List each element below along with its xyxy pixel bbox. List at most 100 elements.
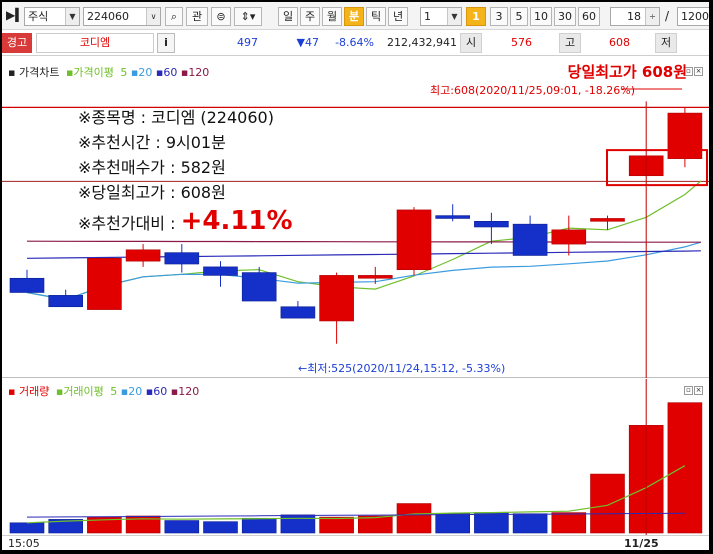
minute-button[interactable]: 1 bbox=[466, 7, 486, 26]
volume-legend-ma-label: 거래이평 bbox=[63, 385, 104, 398]
interval-select[interactable]: 1 ▼ bbox=[420, 7, 462, 26]
stock-name: 코디엠 bbox=[36, 33, 154, 53]
x-axis: 15:05 11/25 bbox=[2, 535, 709, 550]
candle bbox=[590, 218, 625, 222]
minute-button[interactable]: 60 bbox=[578, 7, 600, 26]
volume-bar bbox=[396, 503, 432, 534]
info-day-high: ※당일최고가 : 608원 bbox=[78, 183, 226, 202]
volume-bar bbox=[203, 521, 238, 534]
volume-bar bbox=[551, 512, 587, 534]
period-tab[interactable]: 일 bbox=[278, 7, 298, 26]
period-tab[interactable]: 월 bbox=[322, 7, 342, 26]
stock-code-value: 224060 bbox=[87, 10, 129, 23]
quote-bar: 경고 코디엠 i 497 ▼47 -8.64% 212,432,941 시 57… bbox=[2, 30, 709, 56]
link-icon: ⊜ bbox=[216, 10, 226, 23]
count-value: 18 bbox=[627, 10, 641, 23]
minute-button[interactable]: 10 bbox=[530, 7, 552, 26]
up-down-icon: ⇕▾ bbox=[240, 10, 256, 23]
total-value: 1200 bbox=[681, 10, 709, 23]
low-marker-label: ←최저:525(2020/11/24,15:12, -5.33%) bbox=[298, 362, 506, 375]
count-input[interactable]: 18 ÷ bbox=[610, 7, 660, 26]
candle bbox=[396, 209, 432, 271]
open-price: 576 bbox=[511, 36, 532, 49]
info-button[interactable]: i bbox=[157, 33, 175, 53]
candle bbox=[319, 275, 354, 322]
menu-arrow-icon[interactable]: ▶▍ bbox=[6, 6, 24, 25]
candle bbox=[280, 306, 316, 319]
candle bbox=[435, 215, 471, 219]
low-label: 저 bbox=[655, 33, 677, 53]
volume-legend-title: 거래량 bbox=[18, 385, 50, 398]
volume-bar bbox=[9, 522, 45, 534]
stepper-button[interactable]: ⇕▾ bbox=[234, 7, 262, 26]
toolbar: ▶▍ 주식 ▼ 224060 ∨ ⌕ 관 ⊜ ⇕▾ 1 ▼ 18 ÷ / 120… bbox=[2, 2, 709, 30]
legend-ma5: 5 bbox=[120, 66, 128, 79]
ratio-value: +4.11% bbox=[180, 206, 293, 236]
market-select[interactable]: 주식 ▼ bbox=[24, 7, 80, 26]
candle bbox=[551, 229, 587, 245]
trade-volume: 212,432,941 bbox=[387, 36, 457, 49]
period-tab[interactable]: 분 bbox=[344, 7, 364, 26]
legend-ma120: 120 bbox=[188, 66, 210, 79]
volume-legend-ma60: 60 bbox=[153, 385, 168, 398]
info-stock-name: ※종목명 : 코디엠 (224060) bbox=[78, 108, 274, 127]
chevron-down-icon: ▼ bbox=[447, 8, 461, 25]
candle bbox=[125, 249, 161, 262]
candle bbox=[241, 272, 277, 302]
volume-bar bbox=[474, 512, 509, 534]
volume-legend-ma5: 5 bbox=[110, 385, 118, 398]
candle bbox=[9, 277, 45, 293]
legend-ma60: 60 bbox=[163, 66, 178, 79]
watchlist-button[interactable]: 관 bbox=[186, 7, 208, 26]
candle bbox=[164, 252, 200, 265]
link-button[interactable]: ⊜ bbox=[211, 7, 231, 26]
warning-badge: 경고 bbox=[2, 33, 32, 53]
minute-button[interactable]: 5 bbox=[510, 7, 528, 26]
candle bbox=[203, 266, 238, 276]
volume-bar bbox=[319, 516, 354, 534]
candle bbox=[87, 258, 122, 310]
volume-chart bbox=[9, 379, 703, 535]
candle bbox=[667, 112, 703, 159]
minute-button[interactable]: 30 bbox=[554, 7, 576, 26]
legend-title: 가격차트 bbox=[18, 66, 60, 79]
ma120-line bbox=[26, 240, 701, 243]
volume-bar bbox=[357, 515, 393, 534]
current-price: 497 bbox=[237, 36, 258, 49]
volume-chart-panel: ▪ 거래량 ▪거래이평 5 ▪20 ▪60 ▪120 ▫ × bbox=[2, 379, 709, 535]
volume-ma60-line bbox=[26, 512, 685, 518]
price-legend: ▪ 가격차트 ▪가격이평 5 ▪20 ▪60 ▪120 bbox=[8, 66, 210, 79]
search-icon: ⌕ bbox=[170, 10, 178, 23]
volume-bar bbox=[435, 513, 471, 534]
stock-code-input[interactable]: 224060 ∨ bbox=[83, 7, 161, 26]
count-separator: / bbox=[665, 9, 670, 23]
period-tab[interactable]: 주 bbox=[300, 7, 320, 26]
volume-bar bbox=[590, 473, 625, 534]
volume-panel-controls[interactable]: ▫ × bbox=[683, 382, 703, 395]
volume-legend-ma20: 20 bbox=[128, 385, 143, 398]
info-recommend-time: ※추천시간 : 9시01분 bbox=[78, 133, 226, 152]
legend-ma20: 20 bbox=[138, 66, 153, 79]
ratio-label: ※추천가대비 : bbox=[78, 214, 176, 233]
volume-legend: ▪ 거래량 ▪거래이평 5 ▪20 ▪60 ▪120 bbox=[8, 385, 200, 398]
chevron-down-icon: ▼ bbox=[65, 8, 79, 25]
market-value: 주식 bbox=[28, 10, 49, 23]
spin-icon[interactable]: ÷ bbox=[645, 8, 659, 25]
period-tab[interactable]: 년 bbox=[388, 7, 408, 26]
interval-value: 1 bbox=[424, 10, 431, 23]
total-input[interactable]: 1200 bbox=[677, 7, 709, 26]
search-button[interactable]: ⌕ bbox=[165, 7, 183, 26]
volume-bar bbox=[241, 517, 277, 534]
candle bbox=[474, 221, 509, 228]
watchlist-label: 관 bbox=[191, 10, 203, 23]
price-change: ▼47 bbox=[296, 36, 319, 49]
change-percent: -8.64% bbox=[335, 36, 374, 49]
volume-bar bbox=[164, 520, 200, 534]
candle bbox=[357, 275, 393, 279]
period-tab[interactable]: 틱 bbox=[366, 7, 386, 26]
high-annotation-title: 당일최고가 608원 bbox=[567, 63, 687, 81]
open-label: 시 bbox=[460, 33, 482, 53]
volume-bar bbox=[512, 513, 548, 534]
candle bbox=[48, 295, 84, 308]
minute-button[interactable]: 3 bbox=[490, 7, 508, 26]
